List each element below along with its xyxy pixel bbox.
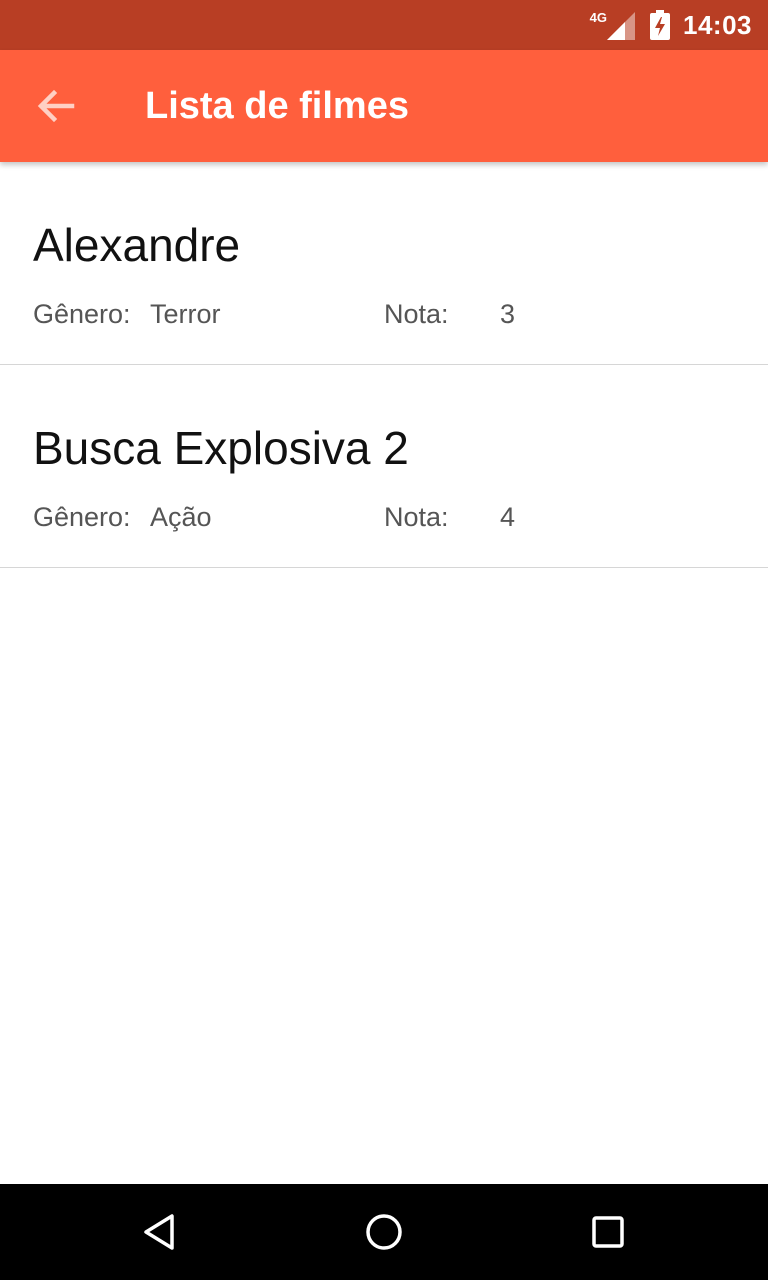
signal-indicator: 4G — [590, 8, 649, 42]
rating-value: 4 — [500, 502, 516, 532]
navigation-bar — [0, 1184, 768, 1280]
rating-value: 3 — [500, 299, 516, 329]
genre-value: Ação — [150, 502, 212, 532]
battery-charging-icon — [650, 10, 670, 40]
nav-home-button[interactable] — [356, 1204, 412, 1260]
nav-back-icon — [144, 1214, 174, 1250]
movie-meta: Gênero: Ação Nota: 4 — [33, 502, 733, 534]
back-button[interactable] — [0, 50, 112, 162]
list-item[interactable]: Busca Explosiva 2 Gênero: Ação Nota: 4 — [0, 365, 768, 568]
genre-label: Gênero: — [33, 299, 131, 329]
movie-title: Alexandre — [33, 219, 241, 271]
page-title: Lista de filmes — [145, 84, 409, 127]
movie-meta: Gênero: Terror Nota: 3 — [33, 299, 733, 331]
screen: 4G 14:03 Lista de filmes Alexandre Gêner… — [0, 0, 768, 1280]
arrow-back-icon — [37, 89, 75, 123]
movie-list: Alexandre Gênero: Terror Nota: 3 Busca E… — [0, 162, 768, 568]
nav-home-icon — [366, 1214, 402, 1250]
nav-recents-icon — [592, 1216, 624, 1248]
genre-label: Gênero: — [33, 502, 131, 532]
status-bar: 4G 14:03 — [0, 0, 768, 50]
rating-label: Nota: — [384, 502, 449, 532]
genre-value: Terror — [150, 299, 221, 329]
network-type-label: 4G — [589, 9, 607, 25]
nav-recents-button[interactable] — [580, 1204, 636, 1260]
rating-label: Nota: — [384, 299, 449, 329]
list-item[interactable]: Alexandre Gênero: Terror Nota: 3 — [0, 162, 768, 365]
nav-back-button[interactable] — [132, 1204, 188, 1260]
app-bar: Lista de filmes — [0, 50, 768, 162]
clock: 14:03 — [683, 9, 752, 40]
movie-title: Busca Explosiva 2 — [33, 422, 409, 474]
signal-icon — [607, 12, 635, 40]
